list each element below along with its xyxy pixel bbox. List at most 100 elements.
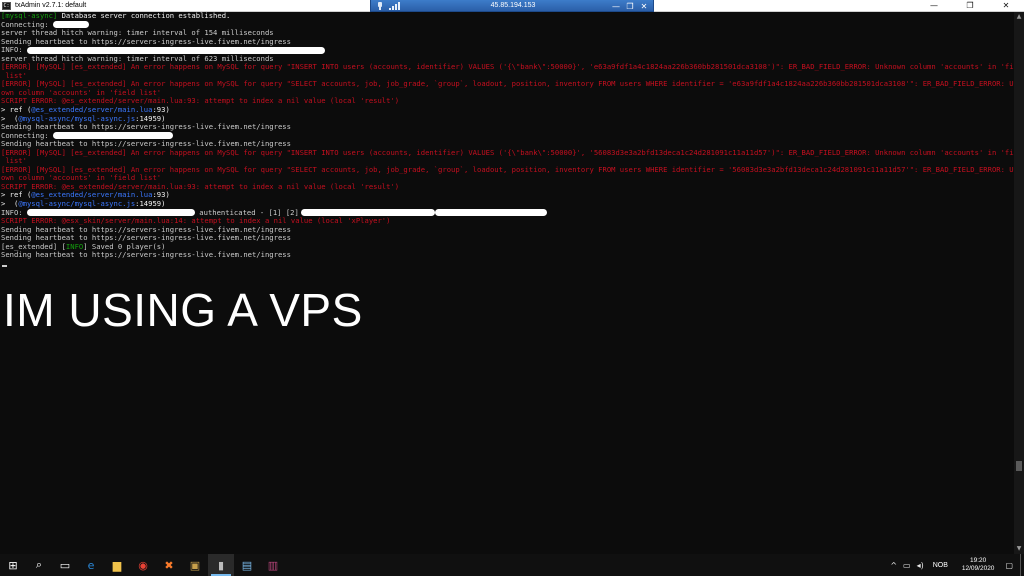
winrar-icon[interactable]: ▥ <box>260 554 286 576</box>
xampp-icon[interactable]: ✖ <box>156 554 182 576</box>
console-scrollbar[interactable]: ▲ ▼ <box>1014 12 1024 554</box>
edge-icon-glyph: e <box>87 558 95 572</box>
console-text: :14959) <box>135 200 166 209</box>
notepad-icon-glyph: ▤ <box>241 558 253 572</box>
server-icon[interactable]: ▣ <box>182 554 208 576</box>
remote-desktop-bar: 45.85.194.153 — ❐ ✕ <box>370 0 654 12</box>
cmd-icon[interactable]: ▮ <box>208 554 234 576</box>
edge-icon[interactable]: e <box>78 554 104 576</box>
console-line: server thread hitch warning: timer inter… <box>1 55 1014 64</box>
start-icon[interactable]: ⊞ <box>0 554 26 576</box>
console-line: Connecting: <box>1 21 1014 30</box>
overlay-caption: IM USING A VPS <box>3 284 363 336</box>
search-icon[interactable]: ⌕ <box>26 554 52 576</box>
scroll-up-arrow-icon[interactable]: ▲ <box>1016 14 1022 20</box>
console-text: [ERROR] [MySQL] [es_extended] An error h… <box>1 80 1014 89</box>
console-line: own column 'accounts' in 'field list' <box>1 89 1014 98</box>
console-text: list' <box>1 157 27 166</box>
console-text: :93) <box>152 106 170 115</box>
console-text: Connecting: <box>1 131 53 140</box>
scroll-thumb[interactable] <box>1016 461 1022 471</box>
console-text: > ( <box>1 200 19 209</box>
console-line: > (@mysql-async/mysql-async.js:14959) <box>1 115 1014 124</box>
scroll-down-arrow-icon[interactable]: ▼ <box>1016 546 1022 552</box>
minimize-button[interactable]: — <box>916 0 952 12</box>
console-line: SCRIPT ERROR: @es_extended/server/main.l… <box>1 97 1014 106</box>
show-desktop-button[interactable] <box>1020 554 1024 576</box>
text-cursor <box>2 264 7 267</box>
redacted-block <box>52 132 173 140</box>
notepad-icon[interactable]: ▤ <box>234 554 260 576</box>
notifications-icon[interactable]: ▢ <box>1005 561 1013 570</box>
winrar-icon-glyph: ▥ <box>267 558 279 572</box>
console-text: > ref ( <box>1 106 32 115</box>
console-text: Sending heartbeat to https://servers-ing… <box>1 225 291 234</box>
server-icon-glyph: ▣ <box>189 558 201 572</box>
console-text: :14959) <box>135 114 166 123</box>
task-view-icon[interactable]: ▭ <box>52 554 78 576</box>
window-title: txAdmin v2.7.1: default <box>15 2 87 9</box>
console-line: [ERROR] [MySQL] [es_extended] An error h… <box>1 80 1014 89</box>
file-explorer-icon[interactable]: ▆ <box>104 554 130 576</box>
console-text: Sending heartbeat to https://servers-ing… <box>1 234 291 243</box>
console-text: Database server connection established. <box>57 12 231 20</box>
console-text: [ERROR] [MySQL] [es_extended] An error h… <box>1 63 1014 72</box>
remote-close-button[interactable]: ✕ <box>637 2 651 11</box>
system-tray: ^ ▭ ◂) NOB 19:20 12/09/2020 ▢ <box>887 554 1024 576</box>
console-text: [ERROR] [MySQL] [es_extended] An error h… <box>1 165 1014 174</box>
console-line: [es_extended] [INFO] Saved 0 player(s) <box>1 243 1014 252</box>
console-cursor-line <box>1 260 1014 268</box>
console-text: server thread hitch warning: timer inter… <box>1 54 274 63</box>
console-line: [ERROR] [MySQL] [es_extended] An error h… <box>1 166 1014 175</box>
console-line: Sending heartbeat to https://servers-ing… <box>1 251 1014 260</box>
console-text: Sending heartbeat to https://servers-ing… <box>1 251 291 260</box>
console-line: list' <box>1 72 1014 81</box>
redacted-block <box>26 209 195 217</box>
taskbar: ⊞ ⌕ ▭ e ▆ ◉ ✖ ▣ ▮ ▤ ▥ ^ ▭ ◂) NOB 19:20 12/09/2020 … <box>0 554 1024 576</box>
remote-restore-button[interactable]: ❐ <box>623 2 637 11</box>
chrome-icon[interactable]: ◉ <box>130 554 156 576</box>
console-text: Sending heartbeat to https://servers-ing… <box>1 37 291 46</box>
maximize-button[interactable]: ❐ <box>952 0 988 12</box>
remote-minimize-button[interactable]: — <box>609 2 623 11</box>
start-icon-glyph: ⊞ <box>8 558 18 572</box>
clock-time: 19:20 <box>970 557 987 564</box>
console-line: > ref (@es_extended/server/main.lua:93) <box>1 191 1014 200</box>
chevron-up-icon[interactable]: ^ <box>890 561 897 570</box>
console-text: > ref ( <box>1 191 32 200</box>
console-line: > (@mysql-async/mysql-async.js:14959) <box>1 200 1014 209</box>
console-text: INFO <box>65 242 84 251</box>
console-text: [mysql-async] <box>1 12 58 20</box>
console-text: @es_extended/server/main.lua <box>31 106 153 115</box>
console-line: [ERROR] [MySQL] [es_extended] An error h… <box>1 63 1014 72</box>
console-text: server thread hitch warning: timer inter… <box>1 29 274 38</box>
console-text: [es_extended] [ <box>1 242 66 251</box>
console-output[interactable]: [mysql-async] Database server connection… <box>0 12 1014 554</box>
console-text: list' <box>1 71 27 80</box>
cmd-icon-glyph: ▮ <box>217 558 225 572</box>
console-lines: [mysql-async] Database server connection… <box>1 12 1014 260</box>
console-text: SCRIPT ERROR: @es_extended/server/main.l… <box>1 182 400 191</box>
file-explorer-icon-glyph: ▆ <box>112 558 122 572</box>
console-text: Sending heartbeat to https://servers-ing… <box>1 123 291 132</box>
console-text: own column 'accounts' in 'field list' <box>1 88 162 97</box>
console-text: INFO: <box>1 208 27 217</box>
console-line: server thread hitch warning: timer inter… <box>1 29 1014 38</box>
redacted-block <box>26 46 325 54</box>
console-text: @es_extended/server/main.lua <box>31 191 153 200</box>
chrome-icon-glyph: ◉ <box>138 558 148 572</box>
console-line: > ref (@es_extended/server/main.lua:93) <box>1 106 1014 115</box>
window-controls: — ❐ ✕ <box>916 0 1024 12</box>
console-line: SCRIPT ERROR: @esx_skin/server/main.lua:… <box>1 217 1014 226</box>
taskbar-apps: ⊞ ⌕ ▭ e ▆ ◉ ✖ ▣ ▮ ▤ ▥ <box>0 554 286 576</box>
console-text: INFO: <box>1 46 27 55</box>
close-button[interactable]: ✕ <box>988 0 1024 12</box>
input-language[interactable]: NOB <box>933 562 948 569</box>
volume-icon[interactable]: ◂) <box>917 561 924 570</box>
console-line: Sending heartbeat to https://servers-ing… <box>1 123 1014 132</box>
network-icon[interactable]: ▭ <box>903 561 911 570</box>
clock[interactable]: 19:20 12/09/2020 <box>962 557 995 573</box>
console-line: INFO: authenticated - [1] [2] <box>1 209 1014 218</box>
redacted-block <box>300 209 435 217</box>
redacted-block <box>434 209 547 217</box>
